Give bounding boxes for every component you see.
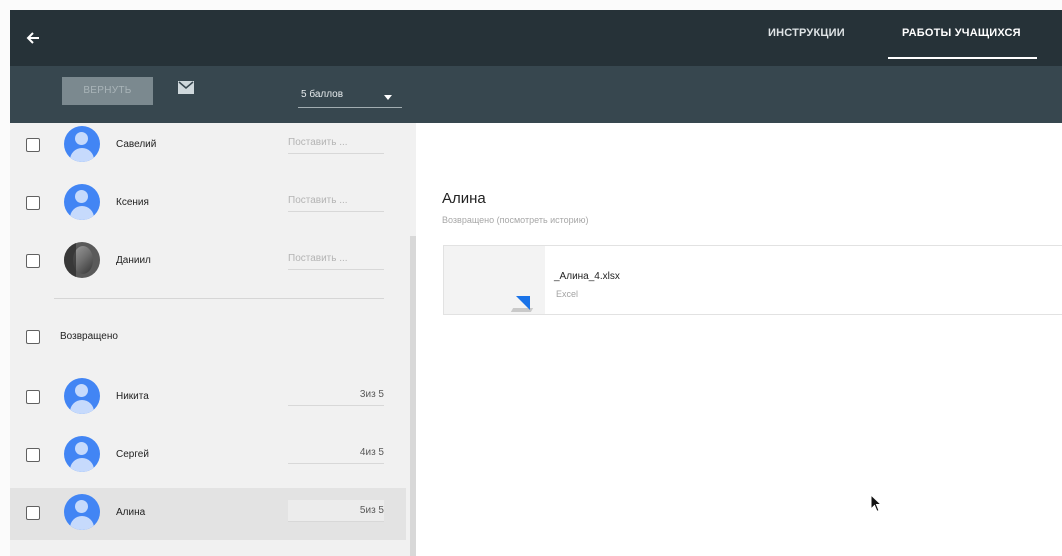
list-item-selected[interactable]: Алина 5из 5 bbox=[10, 488, 406, 540]
max-points-value: 5 баллов bbox=[301, 89, 344, 100]
mouse-cursor-icon bbox=[870, 494, 883, 513]
history-link[interactable]: Возвращено (посмотреть историю) bbox=[442, 215, 588, 225]
detail-student-name: Алина bbox=[442, 190, 486, 207]
toolbar: ВЕРНУТЬ 5 баллов bbox=[10, 66, 1062, 123]
student-detail-panel: Алина Возвращено (посмотреть историю) _А… bbox=[416, 123, 1062, 556]
student-list: Савелий Поставить ... Ксения Поставить .… bbox=[10, 123, 416, 556]
return-button[interactable]: ВЕРНУТЬ bbox=[62, 77, 153, 105]
list-item[interactable]: Никита 3из 5 bbox=[10, 372, 406, 424]
back-button[interactable] bbox=[18, 23, 48, 53]
avatar bbox=[64, 494, 100, 530]
file-thumbnail bbox=[444, 246, 545, 314]
grade-text: 3из 5 bbox=[359, 389, 384, 400]
student-checkbox[interactable] bbox=[26, 448, 40, 462]
top-app-bar: ИНСТРУКЦИИ РАБОТЫ УЧАЩИХСЯ bbox=[10, 10, 1062, 66]
avatar bbox=[64, 184, 100, 220]
student-checkbox[interactable] bbox=[26, 506, 40, 520]
grade-text: 4из 5 bbox=[359, 447, 384, 458]
avatar bbox=[64, 436, 100, 472]
active-tab-indicator bbox=[888, 57, 1037, 59]
tab-instructions[interactable]: ИНСТРУКЦИИ bbox=[768, 10, 845, 66]
max-points-select[interactable]: 5 баллов bbox=[298, 82, 402, 108]
grade-input[interactable]: Поставить ... bbox=[288, 132, 384, 154]
grade-input[interactable]: Поставить ... bbox=[288, 190, 384, 212]
avatar bbox=[64, 242, 100, 278]
excel-icon bbox=[516, 296, 530, 310]
avatar bbox=[64, 378, 100, 414]
student-name: Ксения bbox=[116, 197, 149, 208]
mail-icon bbox=[178, 81, 194, 94]
grade-value[interactable]: 3из 5 bbox=[288, 384, 384, 406]
grade-input[interactable]: Поставить ... bbox=[288, 248, 384, 270]
arrow-back-icon bbox=[26, 32, 39, 44]
file-type: Excel bbox=[556, 289, 579, 299]
list-item[interactable]: Ксения Поставить ... bbox=[10, 178, 406, 230]
section-label: Возвращено bbox=[60, 331, 118, 342]
student-checkbox[interactable] bbox=[26, 254, 40, 268]
student-checkbox[interactable] bbox=[26, 390, 40, 404]
student-name: Сергей bbox=[116, 449, 149, 460]
section-checkbox[interactable] bbox=[26, 330, 40, 344]
chevron-down-icon bbox=[384, 95, 392, 100]
returned-section-header[interactable]: Возвращено bbox=[10, 312, 406, 364]
student-checkbox[interactable] bbox=[26, 138, 40, 152]
student-name: Даниил bbox=[116, 255, 151, 266]
grade-text: 5из 5 bbox=[359, 505, 384, 516]
list-item[interactable]: Савелий Поставить ... bbox=[10, 123, 406, 172]
divider bbox=[54, 298, 384, 299]
student-name: Алина bbox=[116, 507, 146, 518]
avatar bbox=[64, 126, 100, 162]
tab-student-works[interactable]: РАБОТЫ УЧАЩИХСЯ bbox=[888, 10, 1037, 66]
grade-value[interactable]: 5из 5 bbox=[288, 500, 384, 522]
grade-placeholder: Поставить ... bbox=[288, 195, 348, 206]
grade-placeholder: Поставить ... bbox=[288, 253, 348, 264]
list-item[interactable]: Даниил Поставить ... bbox=[10, 236, 406, 288]
grade-placeholder: Поставить ... bbox=[288, 137, 348, 148]
attachment-card[interactable]: _Алина_4.xlsx Excel bbox=[443, 245, 1062, 315]
grade-value[interactable]: 4из 5 bbox=[288, 442, 384, 464]
student-name: Никита bbox=[116, 391, 149, 402]
list-item[interactable]: Сергей 4из 5 bbox=[10, 430, 406, 482]
mail-button[interactable] bbox=[178, 81, 198, 97]
student-checkbox[interactable] bbox=[26, 196, 40, 210]
file-name: _Алина_4.xlsx bbox=[554, 271, 620, 282]
student-name: Савелий bbox=[116, 139, 157, 150]
tab-student-works-label: РАБОТЫ УЧАЩИХСЯ bbox=[902, 27, 1021, 39]
